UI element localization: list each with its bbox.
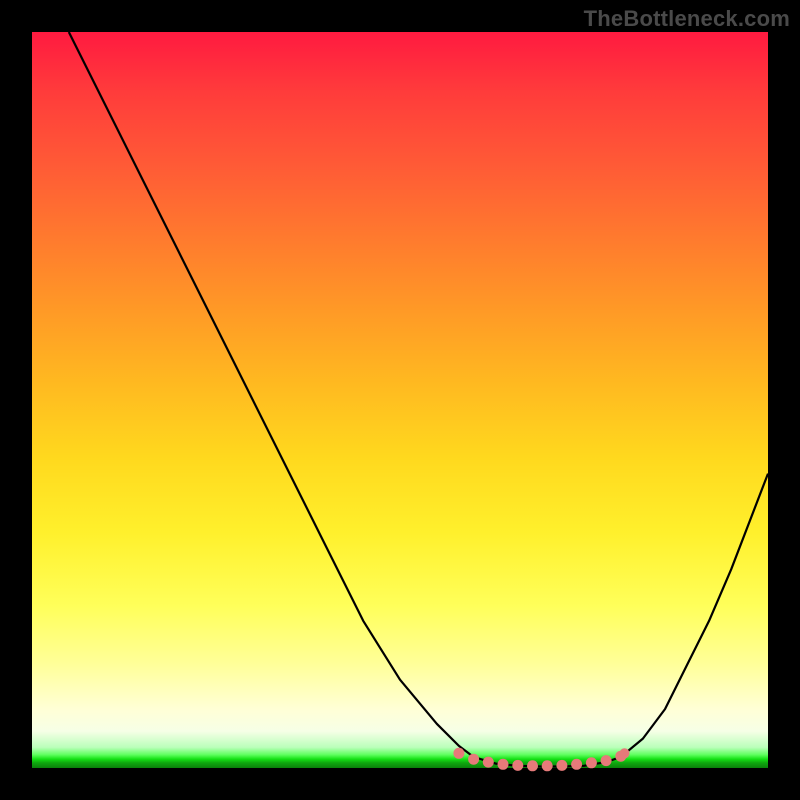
highlight-dot: [527, 760, 538, 771]
highlight-dot-end: [620, 748, 630, 758]
highlight-dot: [483, 757, 494, 768]
highlight-dot: [453, 748, 464, 759]
highlight-dot: [556, 760, 567, 771]
highlight-dot: [542, 760, 553, 771]
highlight-dot: [498, 759, 509, 770]
bottleneck-curve-line: [69, 32, 768, 767]
highlight-end-dot: [620, 748, 630, 758]
plot-area: [32, 32, 768, 768]
watermark-text: TheBottleneck.com: [584, 6, 790, 32]
highlight-dot: [571, 759, 582, 770]
highlight-dot: [601, 755, 612, 766]
chart-frame: TheBottleneck.com: [0, 0, 800, 800]
highlight-dot: [468, 754, 479, 765]
highlight-dot: [586, 757, 597, 768]
chart-svg: [32, 32, 768, 768]
highlight-dot: [512, 760, 523, 771]
